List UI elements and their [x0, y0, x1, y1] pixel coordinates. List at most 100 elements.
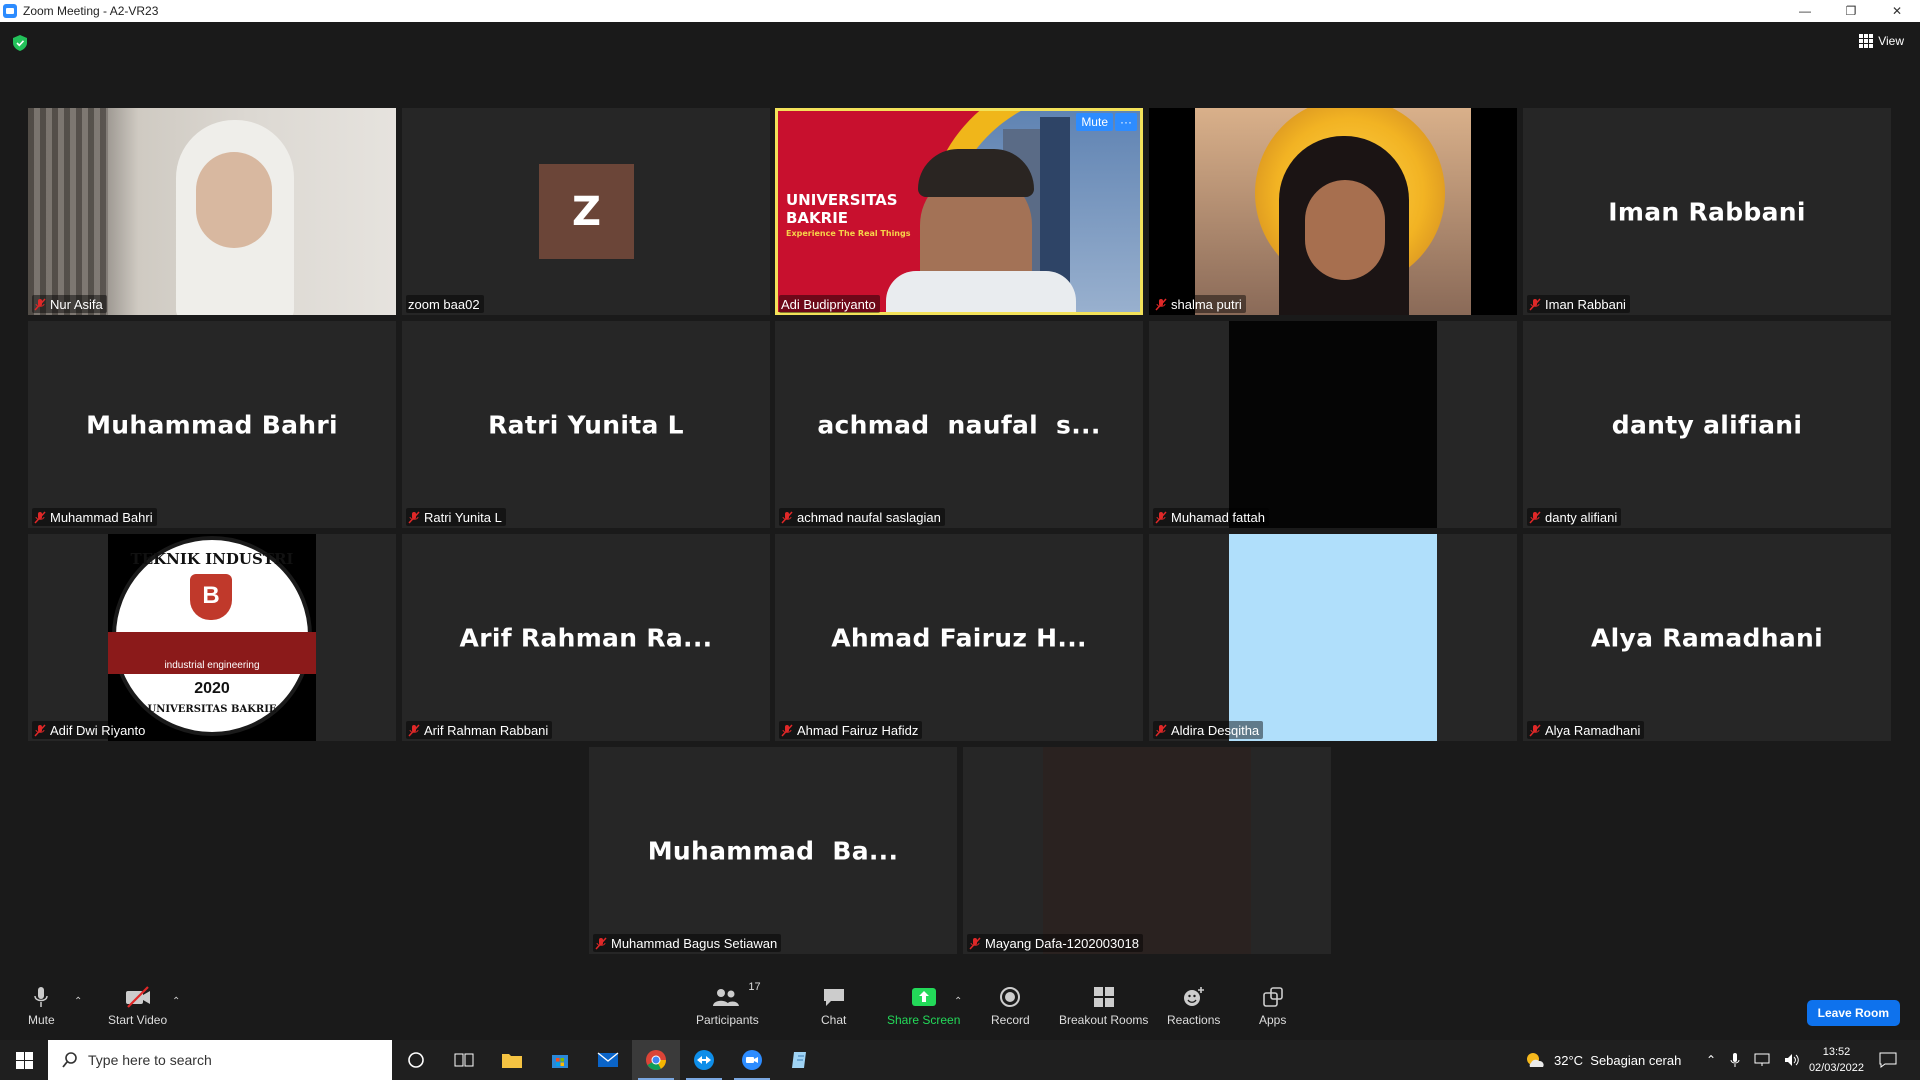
window-controls: — ❐ ✕: [1782, 0, 1920, 22]
record-button[interactable]: Record: [991, 984, 1030, 1027]
participant-name-label: Adif Dwi Riyanto: [32, 721, 150, 739]
video-tile-aldira-desqitha[interactable]: Aldira Desqitha: [1149, 534, 1517, 741]
notifications-icon[interactable]: [1864, 1040, 1912, 1080]
video-tile-adi-budipriyanto[interactable]: UNIVERSITAS BAKRIE Experience The Real T…: [775, 108, 1143, 315]
logo-middle-text: industrial engineering: [164, 660, 260, 671]
more-options-button[interactable]: ···: [1115, 113, 1137, 131]
participant-name-label: Muhamad fattah: [1153, 508, 1269, 526]
record-icon: [1000, 987, 1021, 1007]
video-tile-muhammad-bagus[interactable]: Muhammad Ba... Muhammad Bagus Setiawan: [589, 747, 957, 954]
reactions-button[interactable]: Reactions: [1167, 984, 1220, 1027]
minimize-icon[interactable]: —: [1782, 0, 1828, 22]
video-tile-arif-rahman[interactable]: Arif Rahman Ra... Arif Rahman Rabbani: [402, 534, 770, 741]
microsoft-store-icon[interactable]: [536, 1040, 584, 1080]
notepad-icon[interactable]: [776, 1040, 824, 1080]
participant-name-label: Muhammad Bahri: [32, 508, 157, 526]
video-tile-zoom-baa02[interactable]: Z zoom baa02: [402, 108, 770, 315]
participant-video: UNIVERSITAS BAKRIE Experience The Real T…: [778, 111, 1140, 312]
taskbar-search-box[interactable]: Type here to search: [48, 1040, 392, 1080]
video-tile-adif-dwi-riyanto[interactable]: B TEKNIK INDUSTRI industrial engineering…: [28, 534, 396, 741]
taskbar-clock[interactable]: 13:52 02/03/2022: [1809, 1044, 1864, 1076]
participant-video: [1043, 747, 1251, 954]
participant-display-name: Iman Rabbani: [1608, 197, 1806, 226]
video-options-chevron-icon[interactable]: ⌃: [172, 996, 180, 1007]
audio-options-chevron-icon[interactable]: ⌃: [74, 996, 82, 1007]
show-hidden-icons-chevron-icon[interactable]: ⌃: [1706, 1053, 1716, 1067]
close-icon[interactable]: ✕: [1874, 0, 1920, 22]
participant-name-label: zoom baa02: [406, 295, 484, 313]
teamviewer-icon[interactable]: [680, 1040, 728, 1080]
mic-muted-icon: [34, 510, 46, 524]
participant-name-label: Nur Asifa: [32, 295, 107, 313]
participant-name-label: Muhammad Bagus Setiawan: [593, 934, 782, 952]
mute-participant-button[interactable]: Mute: [1076, 113, 1113, 131]
video-tile-nur-asifa[interactable]: Nur Asifa: [28, 108, 396, 315]
teknik-industri-logo: B TEKNIK INDUSTRI industrial engineering…: [108, 534, 316, 741]
share-screen-icon: [911, 988, 936, 1006]
task-view-icon[interactable]: [440, 1040, 488, 1080]
participant-display-name: Muhammad Bahri: [86, 410, 338, 439]
mic-muted-icon: [781, 510, 793, 524]
zoom-taskbar-icon[interactable]: [728, 1040, 776, 1080]
participant-name-label: shalma putri: [1153, 295, 1246, 313]
logo-top-text: TEKNIK INDUSTRI: [130, 550, 294, 568]
search-placeholder: Type here to search: [88, 1052, 212, 1068]
video-tile-achmad-naufal[interactable]: achmad naufal s... achmad naufal saslagi…: [775, 321, 1143, 528]
encryption-shield-icon[interactable]: [13, 35, 27, 51]
view-button[interactable]: View: [1859, 34, 1904, 48]
share-screen-button[interactable]: Share Screen: [887, 984, 960, 1027]
apps-icon: [1262, 987, 1283, 1007]
video-tile-ratri-yunita[interactable]: Ratri Yunita L Ratri Yunita L: [402, 321, 770, 528]
weather-widget[interactable]: 32°C Sebagian cerah: [1524, 1040, 1681, 1080]
video-tile-shalma-putri[interactable]: shalma putri: [1149, 108, 1517, 315]
file-explorer-icon[interactable]: [488, 1040, 536, 1080]
mail-icon[interactable]: [584, 1040, 632, 1080]
view-label: View: [1878, 34, 1904, 48]
windows-taskbar: Type here to search 32°C Sebagian cerah …: [0, 1040, 1920, 1080]
meeting-toolbar: Mute ⌃ Start Video ⌃ 17 Participants Cha…: [0, 976, 1920, 1040]
leave-room-button[interactable]: Leave Room: [1806, 1000, 1900, 1026]
restore-icon[interactable]: ❐: [1828, 0, 1874, 22]
mic-muted-icon: [781, 723, 793, 737]
participant-name-label: Adi Budipriyanto: [779, 295, 880, 313]
chat-icon: [823, 989, 844, 1006]
participant-name-label: achmad naufal saslagian: [779, 508, 945, 526]
logo-year-text: 2020: [194, 680, 230, 697]
network-icon[interactable]: [1754, 1053, 1770, 1067]
video-tile-danty-alifiani[interactable]: danty alifiani danty alifiani: [1523, 321, 1891, 528]
system-tray: ⌃: [1706, 1040, 1800, 1080]
video-tile-mayang-dafa[interactable]: Mayang Dafa-1202003018: [963, 747, 1331, 954]
volume-icon[interactable]: [1784, 1053, 1800, 1067]
chat-button[interactable]: Chat: [821, 984, 846, 1027]
participant-name-label: danty alifiani: [1527, 508, 1622, 526]
participant-video: [1195, 108, 1471, 315]
breakout-rooms-button[interactable]: Breakout Rooms: [1059, 984, 1148, 1027]
participant-name-label: Alya Ramadhani: [1527, 721, 1645, 739]
video-tile-muhamad-fattah[interactable]: Muhamad fattah: [1149, 321, 1517, 528]
windows-start-icon[interactable]: [0, 1040, 48, 1080]
microphone-tray-icon[interactable]: [1730, 1052, 1740, 1068]
mic-muted-icon: [1529, 297, 1541, 311]
participant-display-name: danty alifiani: [1611, 410, 1803, 439]
mic-muted-icon: [1529, 510, 1541, 524]
video-tile-ahmad-fairuz[interactable]: Ahmad Fairuz H... Ahmad Fairuz Hafidz: [775, 534, 1143, 741]
participants-button[interactable]: 17 Participants: [696, 981, 761, 1027]
clock-time: 13:52: [1822, 1046, 1851, 1058]
chrome-icon[interactable]: [632, 1040, 680, 1080]
participant-video: [1229, 321, 1437, 528]
mute-button[interactable]: Mute: [28, 984, 55, 1027]
avatar: Z: [539, 164, 634, 259]
window-title: Zoom Meeting - A2-VR23: [23, 4, 159, 18]
share-options-chevron-icon[interactable]: ⌃: [954, 996, 962, 1007]
video-off-icon: [125, 986, 150, 1008]
video-tile-muhammad-bahri[interactable]: Muhammad Bahri Muhammad Bahri: [28, 321, 396, 528]
cortana-icon[interactable]: [392, 1040, 440, 1080]
tile-controls: Mute ···: [1076, 113, 1137, 131]
meeting-area: View Nur Asifa Z zoom baa02 UNIVERSITAS …: [0, 22, 1920, 1040]
apps-button[interactable]: Apps: [1259, 984, 1286, 1027]
mic-muted-icon: [34, 723, 46, 737]
start-video-button[interactable]: Start Video: [108, 984, 167, 1027]
video-tile-alya-ramadhani[interactable]: Alya Ramadhani Alya Ramadhani: [1523, 534, 1891, 741]
grid-view-icon: [1859, 34, 1874, 48]
video-tile-iman-rabbani[interactable]: Iman Rabbani Iman Rabbani: [1523, 108, 1891, 315]
